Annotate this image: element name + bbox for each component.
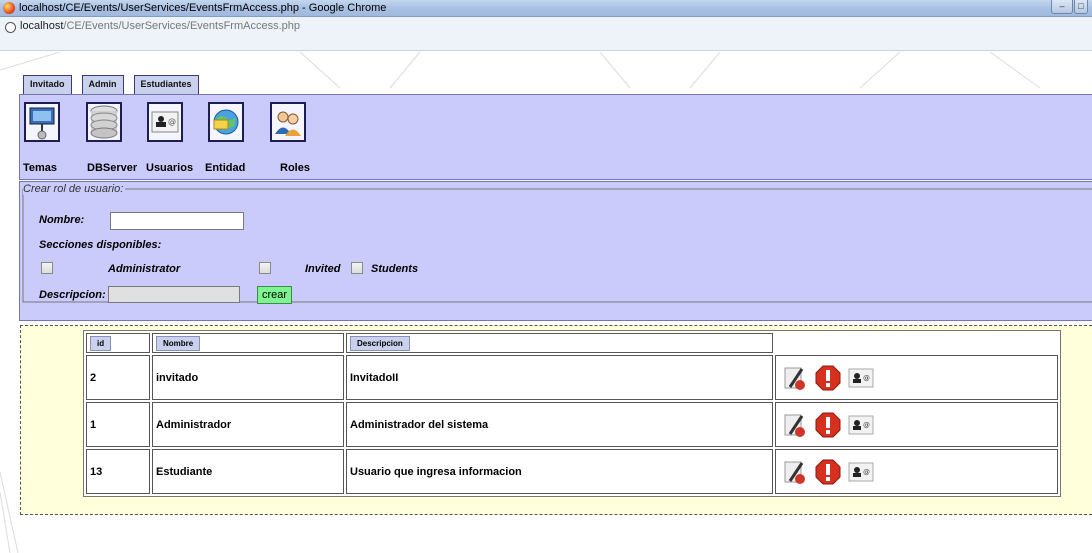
database-icon [90, 105, 118, 139]
table-row: 13 Estudiante Usuario que ingresa inform… [86, 449, 1058, 494]
dbserver-label: DBServer [87, 162, 138, 174]
edit-icon[interactable] [782, 459, 808, 485]
table-row: 1 Administrador Administrador del sistem… [86, 402, 1058, 447]
window-titlebar: localhost/CE/Events/UserServices/EventsF… [0, 0, 1092, 17]
role-tabs: Invitado Admin Estudiantes [23, 75, 209, 94]
header-descripcion: Descripcion [346, 333, 773, 353]
table-header-row: id Nombre Descripcion [86, 333, 1058, 353]
edit-icon[interactable] [782, 365, 808, 391]
window-controls: – □ [1051, 0, 1088, 14]
tab-admin[interactable]: Admin [81, 75, 124, 94]
cell-descripcion: Administrador del sistema [346, 402, 773, 447]
roles-button[interactable] [270, 102, 306, 142]
header-actions [775, 333, 1058, 353]
url-text[interactable]: localhost/CE/Events/UserServices/EventsF… [20, 20, 300, 32]
module-toolbar: @ Temas DBServer Usuarios Entidad Roles [19, 94, 1092, 180]
header-id-label: id [90, 335, 112, 351]
header-descripcion-label: Descripcion [350, 335, 410, 351]
maximize-button[interactable]: □ [1074, 0, 1088, 14]
students-label: Students [371, 263, 419, 275]
administrator-label: Administrator [108, 263, 181, 275]
svg-text:@: @ [863, 374, 870, 382]
user-card-icon[interactable]: @ [848, 365, 874, 391]
secciones-label: Secciones disponibles: [39, 239, 162, 251]
temas-button[interactable] [24, 102, 60, 142]
cell-descripcion: InvitadoII [346, 355, 773, 400]
dbserver-button[interactable] [86, 102, 122, 142]
header-id: id [86, 333, 150, 353]
usuarios-label: Usuarios [146, 162, 194, 174]
user-card-icon[interactable]: @ [848, 459, 874, 485]
address-bar[interactable]: localhost/CE/Events/UserServices/EventsF… [0, 17, 1092, 51]
cell-nombre: Estudiante [152, 449, 344, 494]
descripcion-label: Descripcion: [39, 289, 106, 301]
url-path: /CE/Events/UserServices/EventsFrmAccess.… [63, 20, 300, 32]
cell-id: 2 [86, 355, 150, 400]
invited-checkbox[interactable] [259, 262, 271, 274]
nombre-input[interactable] [110, 212, 244, 230]
edit-icon[interactable] [782, 412, 808, 438]
cell-id: 1 [86, 402, 150, 447]
cell-actions: @ [775, 355, 1058, 400]
roles-table-area: id Nombre Descripcion 2 invitado Invitad… [20, 325, 1092, 515]
svg-text:@: @ [863, 421, 870, 429]
delete-icon[interactable] [815, 412, 841, 438]
cell-id: 13 [86, 449, 150, 494]
descripcion-textarea[interactable] [108, 286, 240, 303]
entidad-label: Entidad [205, 162, 246, 174]
people-roles-icon [275, 111, 301, 136]
form-legend: Crear rol de usuario: [23, 183, 126, 195]
create-role-form: Crear rol de usuario: Nombre: Secciones … [19, 181, 1092, 321]
window-title: localhost/CE/Events/UserServices/EventsF… [19, 2, 387, 14]
nombre-label: Nombre: [39, 214, 85, 226]
svg-text:@: @ [168, 117, 176, 126]
tab-invitado[interactable]: Invitado [23, 75, 72, 94]
usuarios-button[interactable]: @ [147, 102, 183, 142]
cell-actions: @ [775, 402, 1058, 447]
cell-descripcion: Usuario que ingresa informacion [346, 449, 773, 494]
table-row: 2 invitado InvitadoII @ [86, 355, 1058, 400]
globe-entity-icon [213, 109, 239, 135]
user-card-icon[interactable]: @ [848, 412, 874, 438]
presentation-board-icon [29, 107, 55, 140]
delete-icon[interactable] [815, 459, 841, 485]
invited-label: Invited [305, 263, 341, 275]
temas-label: Temas [23, 162, 58, 174]
svg-text:@: @ [863, 468, 870, 476]
roles-table: id Nombre Descripcion 2 invitado Invitad… [83, 330, 1061, 497]
delete-icon[interactable] [815, 365, 841, 391]
cell-actions: @ [775, 449, 1058, 494]
cell-nombre: Administrador [152, 402, 344, 447]
students-checkbox[interactable] [351, 262, 363, 274]
minimize-button[interactable]: – [1051, 0, 1073, 14]
roles-label: Roles [280, 162, 310, 174]
header-nombre: Nombre [152, 333, 344, 353]
page-content: Invitado Admin Estudiantes @ Temas DBSer… [0, 52, 1092, 553]
header-nombre-label: Nombre [156, 335, 201, 351]
crear-button[interactable]: crear [257, 286, 293, 304]
contact-card-icon: @ [151, 111, 179, 133]
chrome-favicon-icon [3, 2, 15, 14]
cell-nombre: invitado [152, 355, 344, 400]
administrator-checkbox[interactable] [41, 262, 53, 274]
tab-estudiantes[interactable]: Estudiantes [133, 75, 199, 94]
url-host: localhost [20, 20, 64, 32]
entidad-button[interactable] [208, 102, 244, 142]
page-info-icon[interactable] [5, 22, 16, 33]
